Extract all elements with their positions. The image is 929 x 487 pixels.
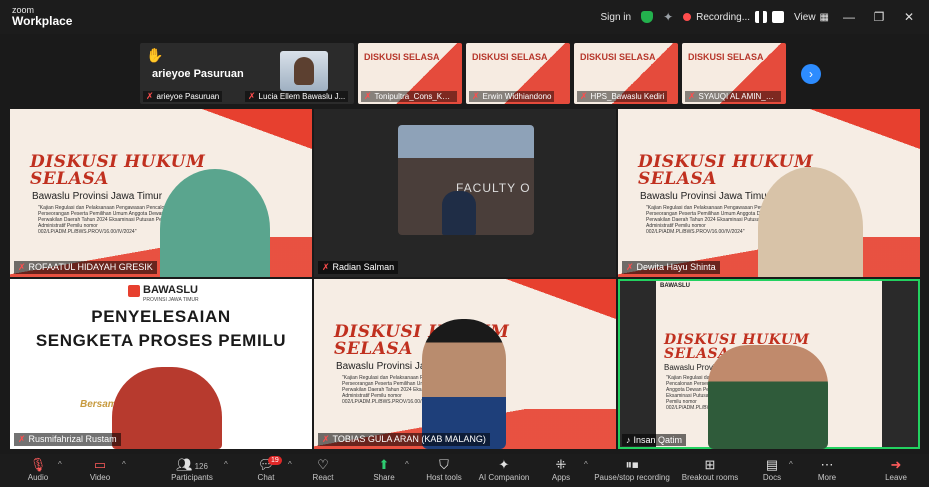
thumbnail-erwin[interactable]: DISKUSI SELASA ✗ Erwin Widhiandono (466, 43, 570, 104)
pause-stop-recording-button[interactable]: ⏸︎⏹︎ Pause/stop recording (592, 456, 672, 482)
tile-name: ♪ Insan Qatim (622, 434, 687, 446)
video-tile-insan-active-speaker[interactable]: BAWASLU DISKUSI HUKUM SELASA Bawaslu Pro… (618, 279, 920, 449)
host-tools-shield-icon: ⛉ (439, 457, 449, 472)
video-off-icon: ▭ (93, 457, 107, 472)
muted-mic-icon: ✗ (18, 434, 26, 444)
docs-icon: ▤ (765, 457, 779, 472)
raised-hand-icon: ✋ (146, 47, 164, 63)
muted-mic-icon: ✗ (18, 262, 26, 272)
audio-options-chevron-icon[interactable]: ^ (58, 460, 62, 469)
thumbnail-name: ✗ Erwin Widhiandono (469, 91, 555, 102)
muted-mic-icon: ✗ (146, 91, 154, 101)
title-bar: zoom Workplace Sign in ✦ Recording... Vi… (0, 0, 929, 34)
zoom-logo: zoom Workplace (12, 5, 72, 27)
thumbnail-name: ✗ HPS_Bawaslu Kediri (577, 91, 668, 102)
meeting-toolbar: 🎙︎ Audio ^ ▭ Video ^ 👥︎ 126 Participants ^ 💬… (0, 454, 929, 487)
participants-count: 126 (194, 462, 208, 471)
participants-button[interactable]: 👥︎ 126 Participants (160, 456, 224, 482)
tile-name: ✗ TOBIAS GULA ARAN (KAB MALANG) (318, 433, 490, 446)
participant-video: FACULTY O (398, 125, 534, 235)
unmuted-mic-icon: ♪ (626, 435, 631, 445)
view-label: View (794, 11, 816, 23)
participants-icon: 👥︎ (176, 457, 193, 472)
share-chevron-icon[interactable]: ^ (405, 460, 409, 469)
docs-chevron-icon[interactable]: ^ (789, 460, 793, 469)
tile-name: ✗ Radian Salman (318, 261, 399, 274)
participant-video (708, 345, 828, 449)
chat-icon: 💬︎ (257, 457, 275, 472)
docs-button[interactable]: ▤ Docs (742, 456, 802, 482)
video-tile-dewita[interactable]: DISKUSI HUKUM SELASA Bawaslu Provinsi Ja… (618, 109, 920, 277)
chat-chevron-icon[interactable]: ^ (288, 460, 292, 469)
grid-view-icon: ▦ (819, 11, 829, 23)
bawaslu-logo-icon (128, 285, 140, 297)
ai-companion-sparkle-icon: ✦ (498, 457, 510, 472)
host-tools-button[interactable]: ⛉ Host tools (414, 456, 474, 482)
logo-bottom: Workplace (12, 14, 73, 28)
recording-indicator[interactable]: Recording... (683, 11, 785, 23)
thumbnail-hps[interactable]: DISKUSI SELASA ✗ HPS_Bawaslu Kediri (574, 43, 678, 104)
muted-mic-icon: ✗ (626, 262, 634, 272)
react-heart-icon: ♡ (317, 457, 329, 472)
muted-mic-icon: ✗ (472, 91, 480, 101)
apps-chevron-icon[interactable]: ^ (584, 460, 588, 469)
pause-stop-recording-icon: ⏸︎⏹︎ (625, 457, 639, 472)
more-button[interactable]: ⋯ More (797, 456, 857, 482)
tile-name: ✗ Rusmifahrizal Rustam (14, 433, 121, 446)
thumbnail-name: ✗ SYAUQI AL AMIN_CP... (685, 91, 781, 102)
participant-video (758, 167, 863, 277)
participants-chevron-icon[interactable]: ^ (224, 460, 228, 469)
video-tile-radian[interactable]: FACULTY O ✗ Radian Salman (314, 109, 616, 277)
video-button[interactable]: ▭ Video (70, 456, 130, 482)
muted-mic-icon: ✗ (580, 91, 588, 101)
restore-icon[interactable]: ❐ (869, 10, 889, 24)
ai-sparkle-icon[interactable]: ✦ (663, 10, 673, 24)
minimize-icon[interactable]: — (839, 10, 859, 24)
pause-recording-icon[interactable] (755, 11, 768, 23)
muted-mic-icon: ✗ (322, 434, 330, 444)
chat-unread-badge: 19 (268, 456, 282, 465)
apps-icon: ⁜ (555, 457, 567, 472)
cloud-recording-icon (683, 13, 692, 21)
recording-label: Recording... (696, 11, 751, 23)
apps-button[interactable]: ⁜ Apps (531, 456, 591, 482)
video-tile-rusmi[interactable]: BAWASLU PROVINSI JAWA TIMUR PENYELESAIAN… (10, 279, 312, 449)
tile-name: ✗ Dewita Hayu Shinta (622, 261, 720, 274)
raised-hand-name: arieyoe Pasuruan (152, 68, 244, 80)
participant-video-lucia (280, 51, 328, 91)
thumbnail-name: ✗ arieyoe Pasuruan (143, 91, 223, 102)
leave-button[interactable]: ➜ Leave (866, 456, 926, 482)
muted-mic-icon: ✗ (322, 262, 330, 272)
thumbnail-arieyoe[interactable]: ✋ arieyoe Pasuruan ✗ arieyoe Pasuruan ✗ Lu… (140, 43, 354, 104)
muted-mic-icon: ✗ (248, 91, 256, 101)
next-page-chevron-icon[interactable]: › (801, 64, 821, 84)
leave-icon: ➜ (890, 457, 902, 472)
close-icon[interactable]: ✕ (899, 10, 919, 24)
react-button[interactable]: ♡ React (293, 456, 353, 482)
participant-video (160, 169, 270, 277)
video-tile-rofaatul[interactable]: DISKUSI HUKUM SELASA Bawaslu Provinsi Ja… (10, 109, 312, 277)
video-tile-tobias[interactable]: DISKUSI HUKUM SELASA Bawaslu Provinsi Ja… (314, 279, 616, 449)
stop-recording-icon[interactable] (772, 11, 785, 23)
view-button[interactable]: View ▦ (794, 12, 829, 23)
muted-mic-icon: ✗ (364, 91, 372, 101)
breakout-rooms-button[interactable]: ⊞ Breakout rooms (678, 456, 742, 482)
participant-video (422, 319, 506, 449)
thumbnail-name: ✗ Lucia Ellem Bawaslu J... (245, 91, 349, 102)
sign-in-link[interactable]: Sign in (600, 12, 631, 23)
chat-button[interactable]: 💬︎ 19 Chat (236, 456, 296, 482)
thumbnail-toni[interactable]: DISKUSI SELASA ✗ Tonipultra_Cons_Kota... (358, 43, 462, 104)
thumbnail-syauqi[interactable]: DISKUSI SELASA ✗ SYAUQI AL AMIN_CP... (682, 43, 786, 104)
breakout-rooms-icon: ⊞ (704, 457, 716, 472)
video-options-chevron-icon[interactable]: ^ (122, 460, 126, 469)
muted-mic-icon: ✗ (688, 91, 696, 101)
more-dots-icon: ⋯ (820, 457, 834, 472)
security-shield-icon[interactable] (641, 11, 654, 23)
participant-video (112, 367, 222, 449)
ai-companion-button[interactable]: ✦ AI Companion (472, 456, 536, 482)
thumbnail-strip: ✋ arieyoe Pasuruan ✗ arieyoe Pasuruan ✗ Lu… (140, 43, 786, 104)
tile-name: ✗ ROFAATUL HIDAYAH GRESIK (14, 261, 157, 274)
thumbnail-name: ✗ Tonipultra_Cons_Kota... (361, 91, 457, 102)
